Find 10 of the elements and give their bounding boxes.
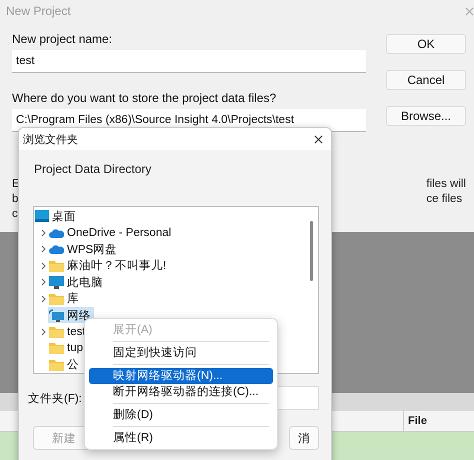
description-text: ce files (426, 193, 464, 206)
field-label: 文件夹(F): (28, 392, 82, 406)
dialog-title: 浏览文件夹 (23, 132, 78, 146)
window-title: New Project (6, 4, 71, 18)
description-text: Project Data Directory (34, 162, 152, 176)
description-text: files will (426, 178, 466, 191)
field-label: New project name: (12, 32, 114, 46)
description-text: c (12, 208, 19, 221)
description-text: b (12, 193, 20, 206)
field-label: Where do you want to store the project data files? (12, 91, 278, 105)
